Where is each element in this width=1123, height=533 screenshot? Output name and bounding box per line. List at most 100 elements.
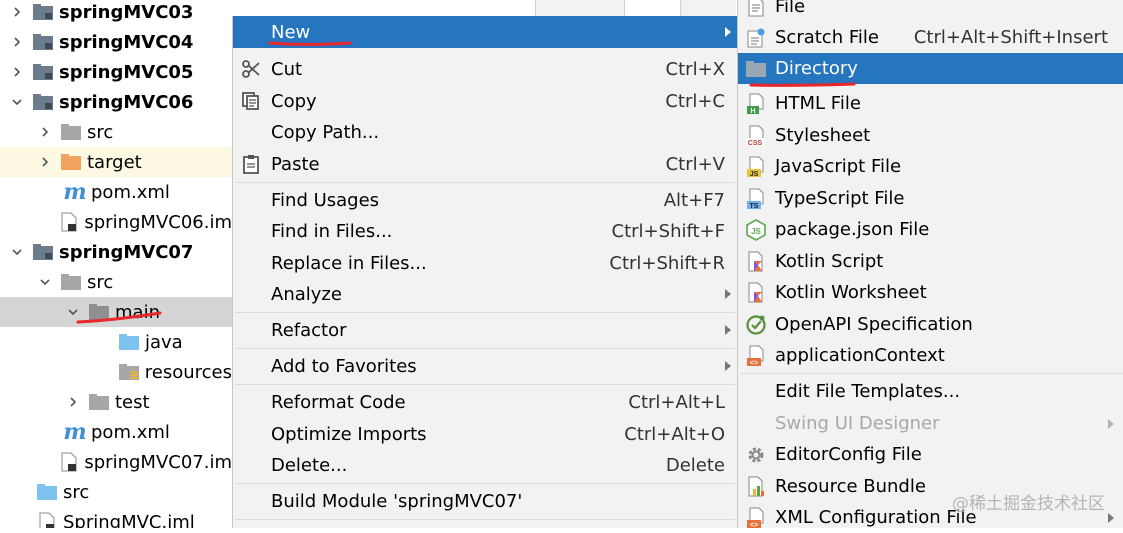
submenu-item-editorconfig[interactable]: EditorConfig File	[738, 439, 1123, 470]
menu-item-build-module[interactable]: Build Module 'springMVC07'	[233, 485, 737, 517]
tree-item-label: pom.xml	[91, 181, 170, 203]
tree-item-label: springMVC04	[59, 31, 194, 53]
submenu-item-scratch-file[interactable]: Scratch File Ctrl+Alt+Shift+Insert	[738, 22, 1123, 53]
tree-item-src[interactable]: src	[0, 267, 232, 297]
tree-item-java[interactable]: java	[0, 327, 232, 357]
chevron-down-icon[interactable]	[66, 305, 80, 319]
module-file-icon	[59, 212, 79, 232]
tree-item-resources[interactable]: resources	[0, 357, 232, 387]
chevron-right-icon[interactable]	[38, 155, 52, 169]
gear-icon	[744, 443, 768, 467]
tree-item-main[interactable]: main	[0, 297, 232, 327]
menu-item-copy[interactable]: Copy Ctrl+C	[233, 85, 737, 117]
kotlin-file-icon	[744, 281, 768, 305]
chevron-down-icon[interactable]	[38, 275, 52, 289]
submenu-item-directory[interactable]: Directory	[738, 53, 1123, 84]
tree-item-pom[interactable]: m pom.xml	[0, 417, 232, 447]
tree-item-test[interactable]: test	[0, 387, 232, 417]
nodejs-icon: JS	[744, 218, 768, 242]
chevron-down-icon[interactable]	[10, 245, 24, 259]
module-file-icon	[36, 512, 58, 528]
menu-item-find-in-files[interactable]: Find in Files... Ctrl+Shift+F	[233, 215, 737, 247]
submenu-item-package-json[interactable]: JS package.json File	[738, 214, 1123, 245]
shortcut-text: Ctrl+Alt+L	[628, 391, 725, 413]
copy-icon	[239, 89, 263, 113]
submenu-item-label: Resource Bundle	[775, 476, 926, 497]
submenu-arrow-icon	[1108, 418, 1114, 429]
text-file-icon	[744, 0, 768, 19]
menu-item-label: Analyze	[271, 283, 342, 305]
submenu-arrow-icon	[725, 325, 731, 335]
chevron-right-icon[interactable]	[10, 65, 24, 79]
module-folder-icon	[32, 33, 54, 51]
tree-item-iml[interactable]: springMVC06.im	[0, 207, 232, 237]
submenu-item-html-file[interactable]: H HTML File	[738, 88, 1123, 119]
submenu-item-stylesheet[interactable]: CSS Stylesheet	[738, 120, 1123, 151]
menu-item-reformat-code[interactable]: Reformat Code Ctrl+Alt+L	[233, 386, 737, 418]
tree-item-springmvc06[interactable]: springMVC06	[0, 87, 232, 117]
svg-text:<>: <>	[750, 360, 758, 367]
submenu-item-label: Kotlin Script	[775, 251, 884, 272]
tree-item-springmvc05[interactable]: springMVC05	[0, 57, 232, 87]
submenu-item-openapi[interactable]: OpenAPI Specification	[738, 309, 1123, 340]
menu-item-find-usages[interactable]: Find Usages Alt+F7	[233, 184, 737, 216]
submenu-item-edit-file-templates[interactable]: Edit File Templates...	[738, 376, 1123, 407]
submenu-item-label: applicationContext	[775, 345, 945, 366]
menu-separator	[235, 483, 735, 484]
menu-item-cut[interactable]: Cut Ctrl+X	[233, 53, 737, 85]
tree-item-src[interactable]: src	[0, 117, 232, 147]
menu-item-label: Cut	[271, 58, 303, 80]
menu-item-replace-in-files[interactable]: Replace in Files... Ctrl+Shift+R	[233, 247, 737, 279]
chevron-right-icon[interactable]	[10, 5, 24, 19]
menu-item-analyze[interactable]: Analyze	[233, 278, 737, 310]
tree-item-iml[interactable]: SpringMVC.iml	[0, 507, 232, 528]
submenu-item-kotlin-script[interactable]: Kotlin Script	[738, 246, 1123, 277]
tree-item-pom[interactable]: m pom.xml	[0, 177, 232, 207]
tree-item-src[interactable]: src	[0, 477, 232, 507]
menu-item-new[interactable]: New	[233, 16, 737, 48]
shortcut-text: Ctrl+Alt+Shift+Insert	[913, 27, 1108, 48]
menu-item-delete[interactable]: Delete... Delete	[233, 449, 737, 481]
chevron-right-icon[interactable]	[66, 395, 80, 409]
submenu-item-swing-ui-designer[interactable]: Swing UI Designer	[738, 408, 1123, 439]
chevron-right-icon[interactable]	[10, 35, 24, 49]
submenu-item-label: Directory	[775, 58, 858, 79]
menu-item-label: Add to Favorites	[271, 355, 417, 377]
menu-item-paste[interactable]: Paste Ctrl+V	[233, 148, 737, 180]
folder-icon	[744, 57, 768, 81]
submenu-item-label: package.json File	[775, 219, 930, 240]
tree-item-label: src	[87, 121, 114, 143]
new-submenu: File Scratch File Ctrl+Alt+Shift+Insert …	[737, 0, 1123, 529]
shortcut-text: Ctrl+C	[665, 90, 725, 112]
menu-item-label: Replace in Files...	[271, 252, 427, 274]
js-file-icon: JS	[744, 155, 768, 179]
tree-item-label: springMVC05	[59, 61, 194, 83]
tree-item-iml[interactable]: springMVC07.im	[0, 447, 232, 477]
submenu-item-file[interactable]: File	[738, 0, 1123, 22]
tree-item-label: SpringMVC.iml	[63, 511, 195, 529]
kotlin-file-icon	[744, 250, 768, 274]
menu-item-copy-path[interactable]: Copy Path...	[233, 116, 737, 148]
submenu-item-typescript-file[interactable]: TS TypeScript File	[738, 183, 1123, 214]
submenu-item-application-context[interactable]: <> applicationContext	[738, 340, 1123, 371]
submenu-item-kotlin-worksheet[interactable]: Kotlin Worksheet	[738, 277, 1123, 308]
tree-item-springmvc07[interactable]: springMVC07	[0, 237, 232, 267]
submenu-item-javascript-file[interactable]: JS JavaScript File	[738, 151, 1123, 182]
svg-text:H: H	[750, 108, 755, 115]
menu-item-label: Find in Files...	[271, 220, 393, 242]
menu-item-label: Optimize Imports	[271, 423, 427, 445]
tree-item-target[interactable]: target	[0, 147, 232, 177]
folder-icon	[88, 393, 110, 411]
menu-item-optimize-imports[interactable]: Optimize Imports Ctrl+Alt+O	[233, 418, 737, 450]
shortcut-text: Alt+F7	[663, 189, 725, 211]
tree-item-springmvc04[interactable]: springMVC04	[0, 27, 232, 57]
submenu-item-label: Scratch File	[775, 27, 879, 48]
chevron-right-icon[interactable]	[38, 125, 52, 139]
tree-item-springmvc03[interactable]: springMVC03	[0, 0, 232, 27]
maven-icon: m	[63, 419, 87, 445]
folder-icon	[60, 123, 82, 141]
tree-item-label: springMVC03	[59, 1, 194, 23]
chevron-down-icon[interactable]	[10, 95, 24, 109]
menu-item-add-to-favorites[interactable]: Add to Favorites	[233, 350, 737, 382]
menu-item-refactor[interactable]: Refactor	[233, 314, 737, 346]
